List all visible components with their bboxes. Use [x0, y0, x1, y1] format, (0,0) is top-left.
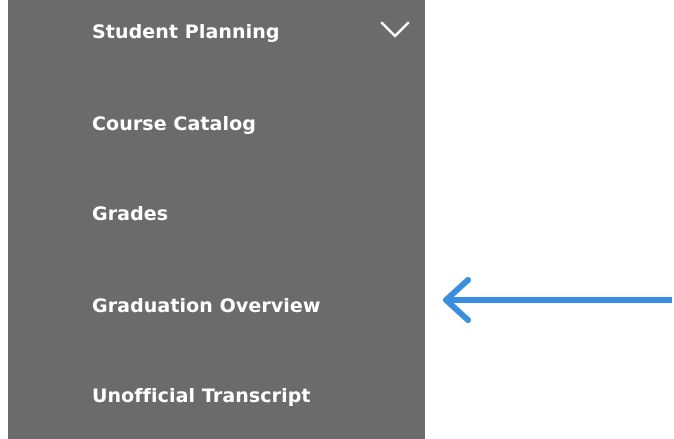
navigation-sidebar: Student Planning Course Catalog Grades G… — [8, 0, 425, 439]
chevron-down-icon[interactable] — [380, 20, 410, 40]
sidebar-item-label: Graduation Overview — [92, 295, 321, 317]
arrow-left-icon — [443, 277, 672, 323]
sidebar-item-grades[interactable]: Grades — [92, 194, 168, 234]
sidebar-item-student-planning[interactable]: Student Planning — [92, 12, 280, 52]
sidebar-item-label: Unofficial Transcript — [92, 385, 311, 407]
sidebar-item-label: Student Planning — [92, 21, 280, 43]
sidebar-item-label: Course Catalog — [92, 113, 256, 135]
sidebar-item-graduation-overview[interactable]: Graduation Overview — [92, 286, 321, 326]
sidebar-item-label: Grades — [92, 203, 169, 225]
sidebar-item-course-catalog[interactable]: Course Catalog — [92, 104, 256, 144]
sidebar-item-unofficial-transcript[interactable]: Unofficial Transcript — [92, 376, 311, 416]
